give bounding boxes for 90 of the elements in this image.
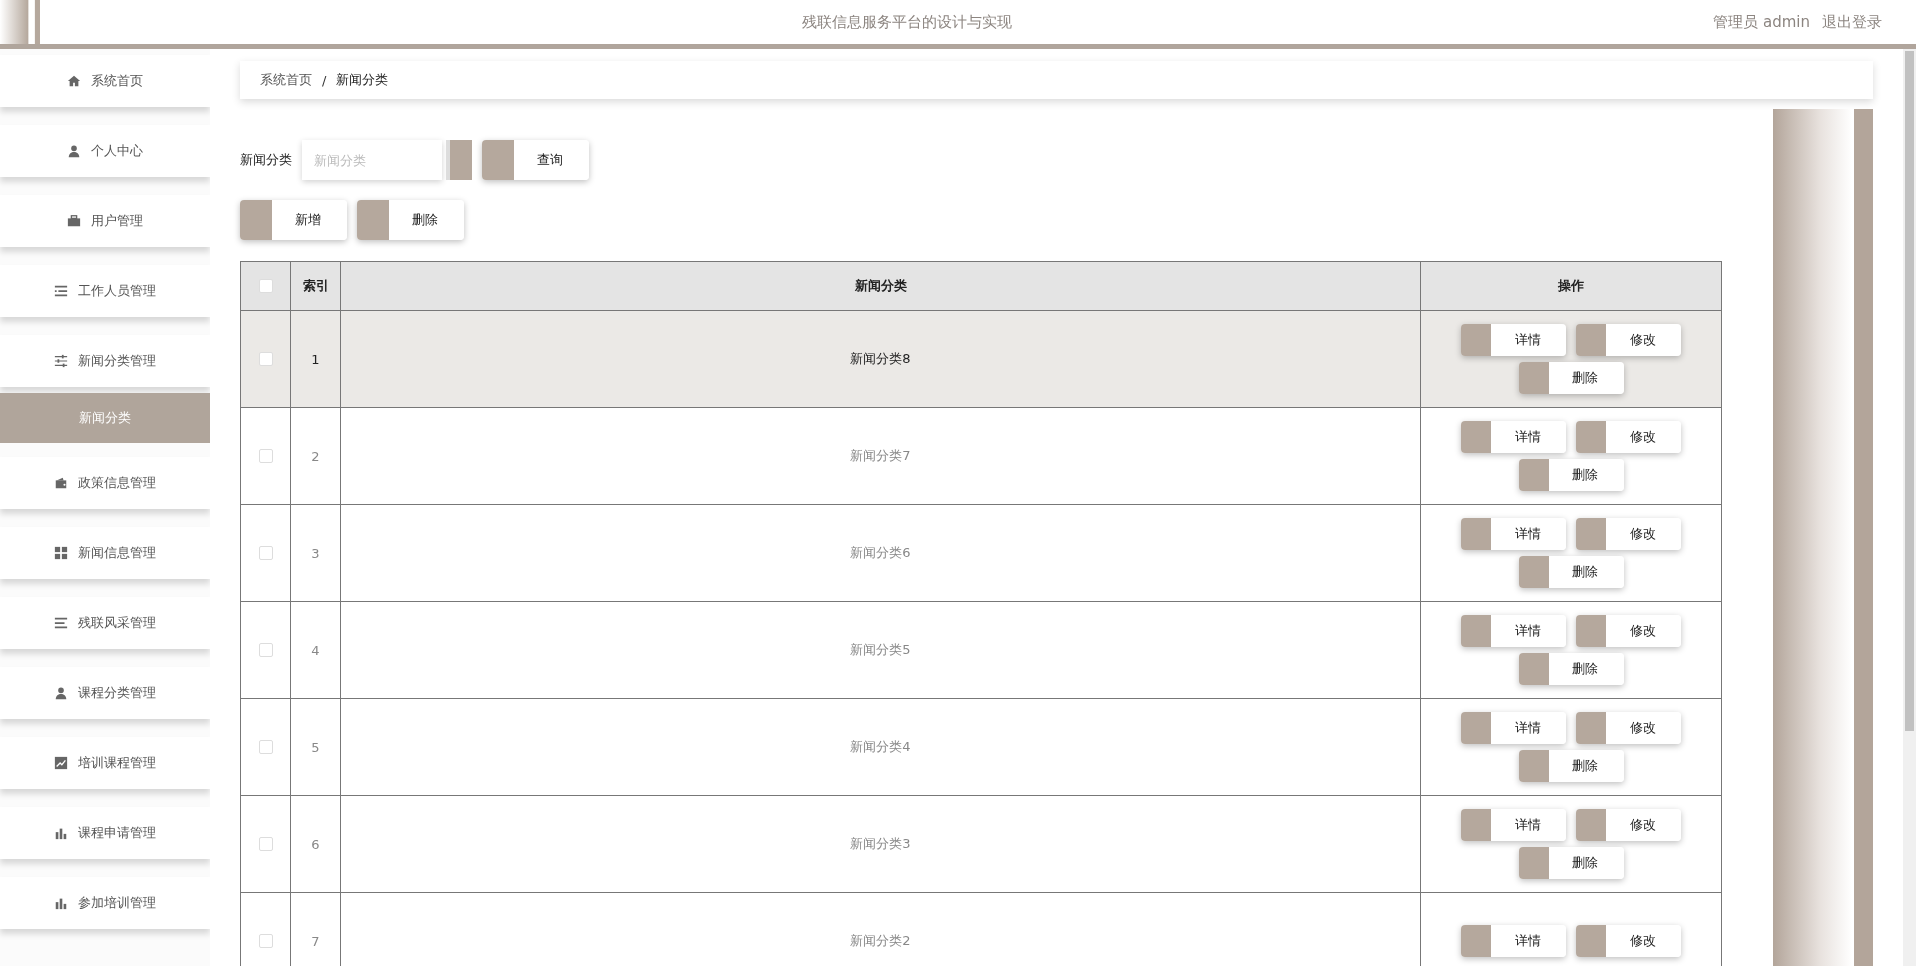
edit-button[interactable]: 修改 bbox=[1576, 712, 1681, 744]
sidebar-item[interactable]: 个人中心 bbox=[0, 125, 210, 177]
table-cell: 新闻分类4 bbox=[850, 738, 911, 756]
sidebar-item[interactable]: 新闻分类管理 bbox=[0, 335, 210, 387]
detail-button[interactable]: 详情 bbox=[1461, 324, 1566, 356]
table-row[interactable]: 6 新闻分类3 详情 修改 删除 bbox=[241, 796, 1721, 893]
detail-button[interactable]: 详情 bbox=[1461, 712, 1566, 744]
delete-button[interactable]: 删除 bbox=[1518, 556, 1624, 588]
delete-button[interactable]: 删除 bbox=[1518, 362, 1624, 394]
delete-button[interactable]: 删除 bbox=[1518, 750, 1624, 782]
edit-button[interactable]: 修改 bbox=[1576, 324, 1681, 356]
breadcrumb-separator: / bbox=[322, 72, 327, 88]
bar-chart-icon bbox=[54, 896, 68, 910]
site-title: 残联信息服务平台的设计与实现 bbox=[800, 12, 1013, 32]
user-name: 管理员 admin bbox=[1713, 12, 1810, 32]
sidebar-item[interactable]: 政策信息管理 bbox=[0, 457, 210, 509]
delete-button[interactable]: 删除 bbox=[1518, 847, 1624, 879]
column-header: 操作 bbox=[1558, 277, 1584, 295]
breadcrumb-link[interactable]: 系统首页 bbox=[260, 71, 312, 89]
search-label: 新闻分类 bbox=[240, 151, 292, 169]
user-icon bbox=[67, 144, 81, 158]
table-cell: 4 bbox=[311, 642, 320, 658]
edit-button[interactable]: 修改 bbox=[1576, 925, 1681, 957]
table-row[interactable]: 1 新闻分类8 详情 修改 删除 bbox=[241, 311, 1721, 408]
checkbox[interactable] bbox=[258, 740, 273, 754]
delete-button[interactable]: 删除 bbox=[1518, 653, 1624, 685]
table-cell: 新闻分类7 bbox=[850, 447, 911, 465]
sidebar-item[interactable]: 系统首页 bbox=[0, 55, 210, 107]
briefcase-icon bbox=[67, 214, 81, 228]
sliders-icon bbox=[54, 354, 68, 368]
detail-button[interactable]: 详情 bbox=[1461, 421, 1566, 453]
list-icon bbox=[54, 284, 68, 298]
table-row[interactable]: 5 新闻分类4 详情 修改 删除 bbox=[241, 699, 1721, 796]
table-cell: 新闻分类2 bbox=[850, 932, 911, 950]
sidebar-item[interactable]: 培训课程管理 bbox=[0, 737, 210, 789]
checkbox[interactable] bbox=[258, 643, 273, 657]
delete-button[interactable]: 删除 bbox=[1518, 459, 1624, 491]
sidebar-item[interactable]: 用户管理 bbox=[0, 195, 210, 247]
column-header: 索引 bbox=[302, 277, 329, 295]
delete-button[interactable]: 删除 bbox=[357, 200, 464, 240]
checkbox[interactable] bbox=[258, 546, 273, 560]
detail-button[interactable]: 详情 bbox=[1461, 809, 1566, 841]
checkbox[interactable] bbox=[258, 837, 273, 851]
table-cell: 新闻分类5 bbox=[850, 641, 911, 659]
bar-chart-icon bbox=[54, 826, 68, 840]
table-row[interactable]: 4 新闻分类5 详情 修改 删除 bbox=[241, 602, 1721, 699]
wallet-icon bbox=[54, 476, 68, 490]
edit-button[interactable]: 修改 bbox=[1576, 615, 1681, 647]
table-cell: 新闻分类6 bbox=[850, 544, 911, 562]
column-header: 新闻分类 bbox=[854, 277, 907, 295]
checkbox[interactable] bbox=[258, 352, 273, 366]
table-cell: 6 bbox=[311, 836, 320, 852]
edit-button[interactable]: 修改 bbox=[1576, 518, 1681, 550]
add-button[interactable]: 新增 bbox=[240, 200, 347, 240]
scrollbar[interactable] bbox=[1903, 49, 1916, 966]
logout-link[interactable]: 退出登录 bbox=[1822, 12, 1882, 32]
home-icon bbox=[67, 74, 81, 88]
decor-block bbox=[446, 140, 472, 180]
table-row[interactable]: 3 新闻分类6 详情 修改 删除 bbox=[241, 505, 1721, 602]
logo-block bbox=[0, 0, 40, 44]
table-cell: 7 bbox=[311, 933, 320, 949]
sidebar-item[interactable]: 课程分类管理 bbox=[0, 667, 210, 719]
user-icon bbox=[54, 686, 68, 700]
line-chart-icon bbox=[54, 756, 68, 770]
grid-icon bbox=[54, 546, 68, 560]
table-cell: 新闻分类3 bbox=[850, 835, 911, 853]
detail-button[interactable]: 详情 bbox=[1461, 615, 1566, 647]
lines-icon bbox=[54, 616, 68, 630]
table-cell: 2 bbox=[311, 448, 320, 464]
table-cell: 新闻分类8 bbox=[850, 350, 911, 368]
detail-button[interactable]: 详情 bbox=[1461, 925, 1566, 957]
table-cell: 5 bbox=[311, 739, 320, 755]
search-field[interactable]: 新闻分类 bbox=[302, 140, 442, 180]
sidebar-item[interactable]: 残联风采管理 bbox=[0, 597, 210, 649]
sidebar-item[interactable]: 新闻信息管理 bbox=[0, 527, 210, 579]
checkbox[interactable] bbox=[258, 449, 273, 463]
search-button[interactable]: 查询 bbox=[482, 140, 589, 180]
checkbox[interactable] bbox=[258, 279, 273, 293]
sidebar-item[interactable]: 参加培训管理 bbox=[0, 877, 210, 929]
table-row[interactable]: 2 新闻分类7 详情 修改 删除 bbox=[241, 408, 1721, 505]
table-cell: 1 bbox=[311, 351, 320, 367]
breadcrumb-link[interactable]: 新闻分类 bbox=[336, 71, 389, 89]
sidebar-item[interactable]: 工作人员管理 bbox=[0, 265, 210, 317]
table-cell: 3 bbox=[311, 545, 320, 561]
checkbox[interactable] bbox=[258, 934, 273, 948]
scrollbar-thumb[interactable] bbox=[1905, 51, 1914, 731]
sidebar-item[interactable]: 课程申请管理 bbox=[0, 807, 210, 859]
edit-button[interactable]: 修改 bbox=[1576, 809, 1681, 841]
detail-button[interactable]: 详情 bbox=[1461, 518, 1566, 550]
edit-button[interactable]: 修改 bbox=[1576, 421, 1681, 453]
